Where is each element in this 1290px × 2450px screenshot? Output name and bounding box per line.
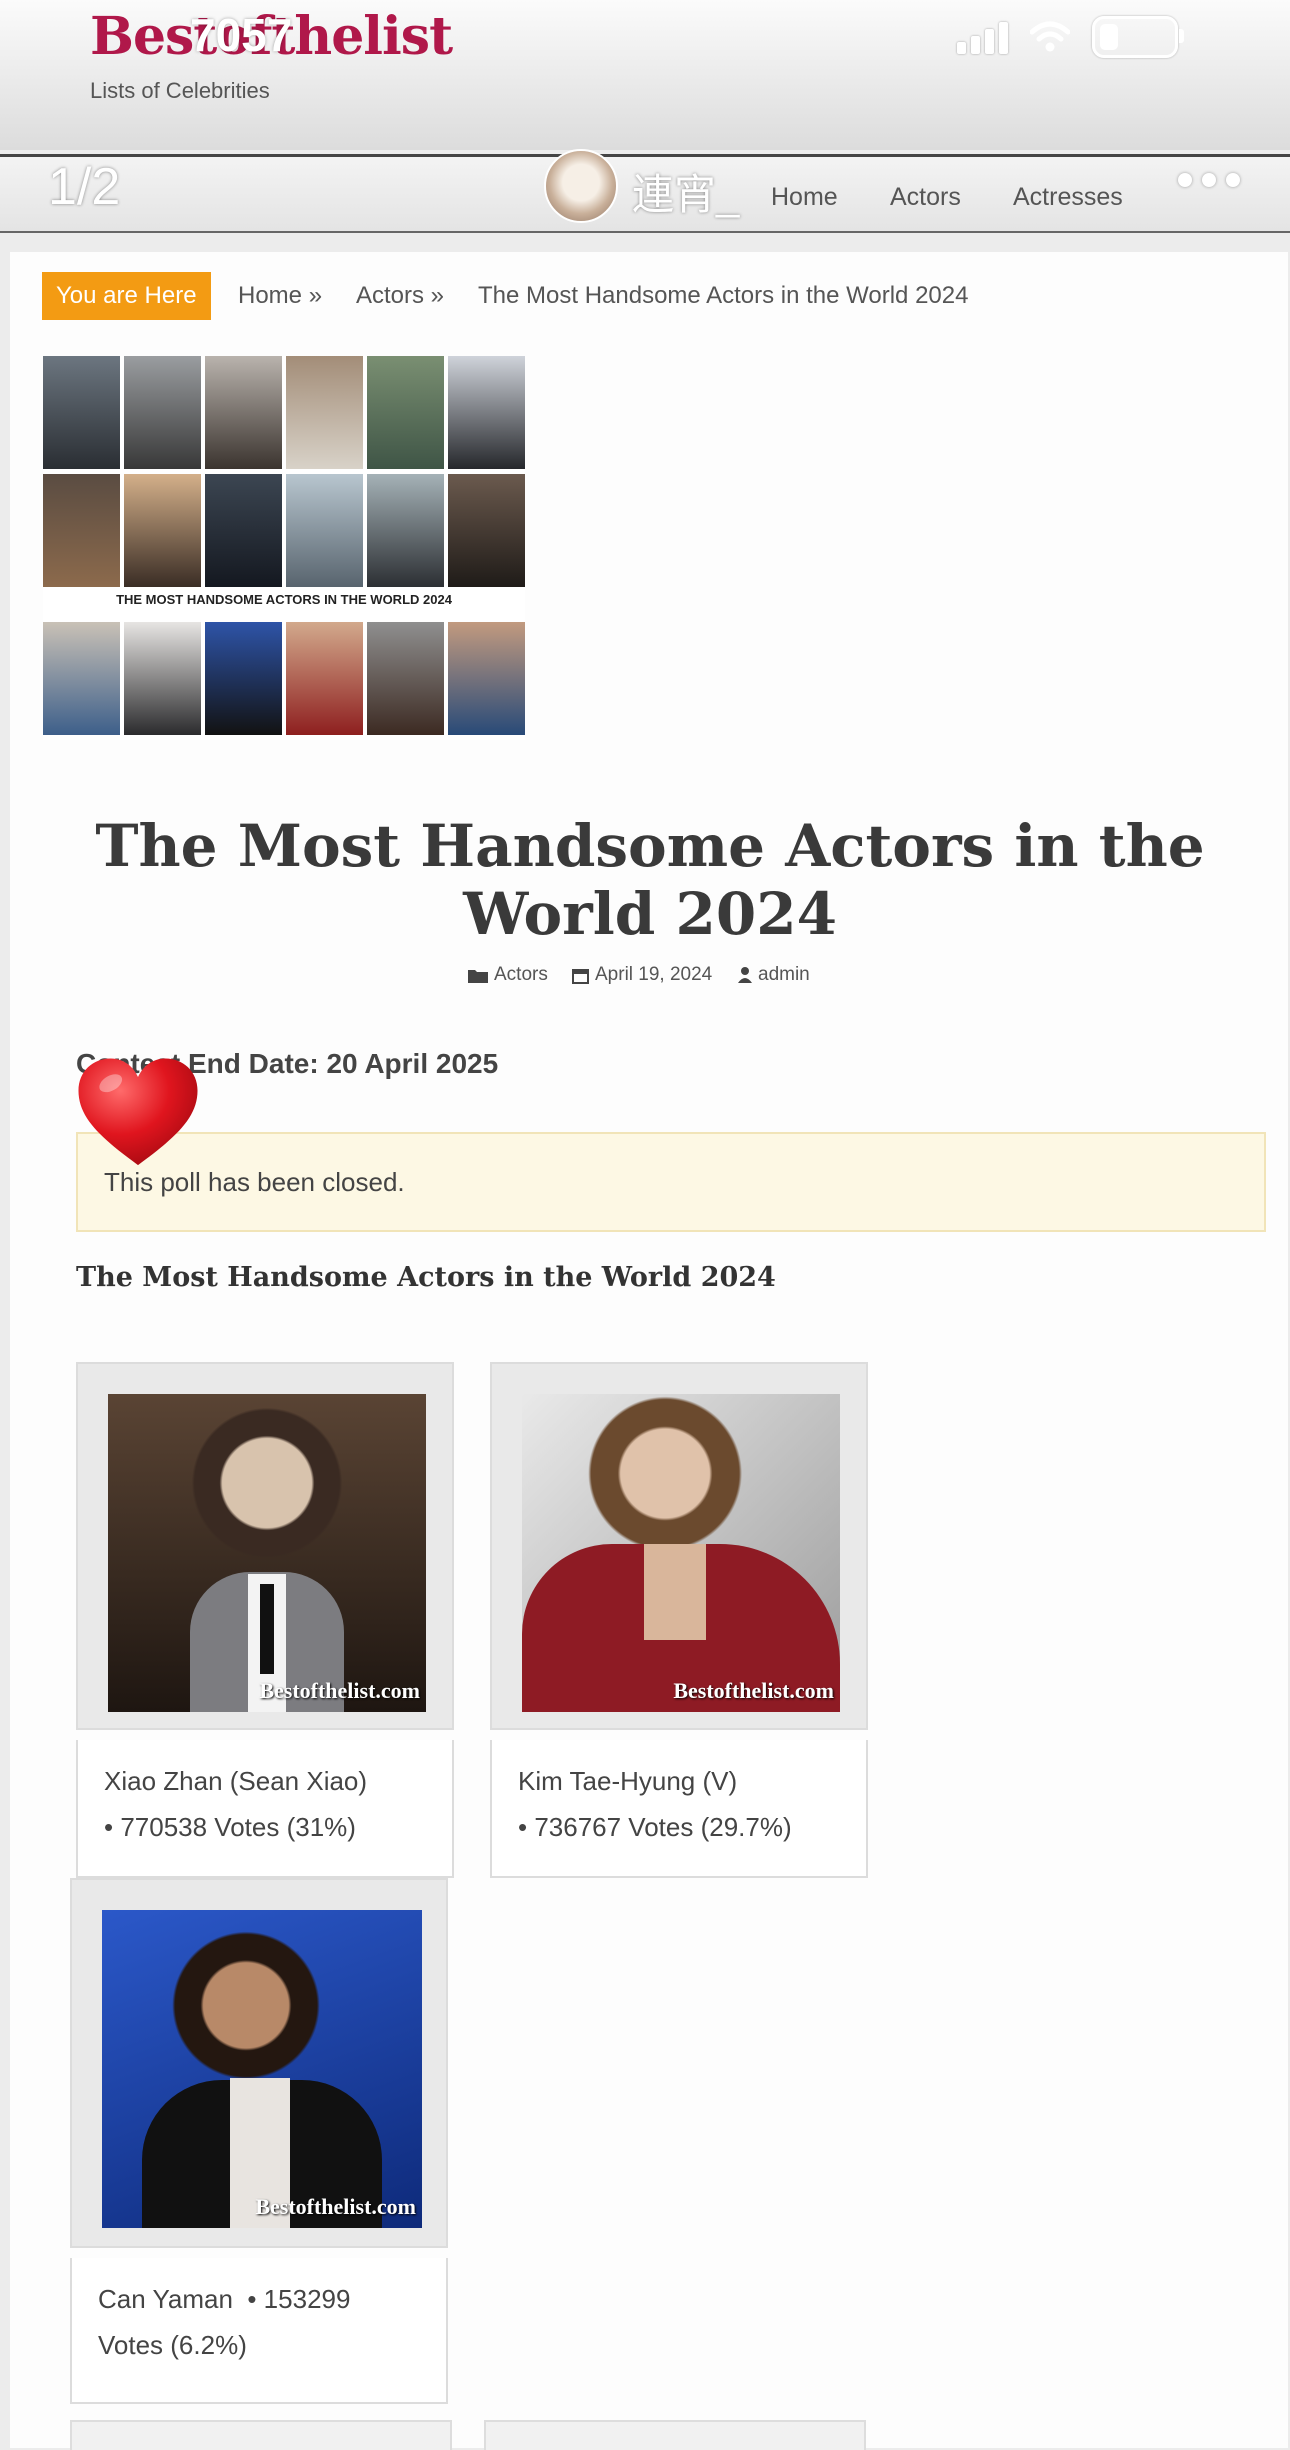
actor-photo: Bestofthelist.com <box>522 1394 840 1712</box>
heart-icon <box>78 1058 198 1166</box>
author-label: admin <box>758 964 810 985</box>
status-time: 7057 <box>190 9 293 61</box>
poll-entry[interactable] <box>70 2420 452 2450</box>
main-content: You are Here Home » Actors » The Most Ha… <box>10 252 1288 2450</box>
signal-icon <box>957 20 1008 54</box>
entry-name: Kim Tae-Hyung (V) <box>518 1766 738 1796</box>
breadcrumb-home[interactable]: Home » <box>238 272 322 320</box>
more-icon[interactable] <box>1178 173 1240 187</box>
site-header: Bestofthelist Lists of Celebrities 7057 <box>0 0 1290 150</box>
site-tagline: Lists of Celebrities <box>90 78 270 103</box>
nav-bar: 1/2 連宵_ Home Actors Actresses <box>0 149 1290 233</box>
article-title: The Most Handsome Actors in the World 20… <box>95 812 1205 948</box>
wifi-icon <box>1030 21 1070 52</box>
poll-closed-notice: This poll has been closed. <box>76 1132 1266 1232</box>
poll-entry-info: Kim Tae-Hyung (V) • 736767 Votes (29.7%) <box>490 1740 868 1878</box>
poll-entry[interactable] <box>484 2420 866 2450</box>
poll-entry[interactable]: Bestofthelist.com <box>490 1362 868 1730</box>
nav-actresses[interactable]: Actresses <box>1013 183 1123 212</box>
battery-icon <box>1092 16 1184 58</box>
actor-thumb <box>367 474 444 587</box>
actor-thumb <box>43 356 120 469</box>
actor-thumb <box>43 474 120 587</box>
nav-home[interactable]: Home <box>771 183 838 212</box>
actor-thumb <box>205 356 282 469</box>
entry-info: Xiao Zhan (Sean Xiao) • 770538 Votes (31… <box>78 1740 452 1876</box>
breadcrumb-label: You are Here <box>42 272 211 320</box>
post-date: April 19, 2024 <box>572 964 712 986</box>
actor-thumb <box>43 622 120 735</box>
actor-thumb <box>124 622 201 735</box>
breadcrumb-current: The Most Handsome Actors in the World 20… <box>478 282 969 309</box>
folder-icon <box>468 969 488 983</box>
entry-votes: • 736767 Votes (29.7%) <box>518 1812 792 1842</box>
post-category[interactable]: Actors <box>468 964 548 986</box>
actor-thumb <box>286 356 363 469</box>
poll-entry[interactable]: Bestofthelist.com <box>76 1362 454 1730</box>
actor-thumb <box>124 356 201 469</box>
photo-watermark: Bestofthelist.com <box>673 1678 834 1703</box>
avatar[interactable] <box>544 149 618 223</box>
breadcrumb-actors[interactable]: Actors » <box>356 272 444 320</box>
calendar-icon <box>572 968 589 984</box>
actor-photo: Bestofthelist.com <box>108 1394 426 1712</box>
entry-votes: • 770538 Votes (31%) <box>104 1812 356 1842</box>
actor-thumb <box>124 474 201 587</box>
collage-caption: THE MOST HANDSOME ACTORS IN THE WORLD 20… <box>116 592 452 607</box>
poll-entry-info: Xiao Zhan (Sean Xiao) • 770538 Votes (31… <box>76 1740 454 1878</box>
actor-thumb <box>205 622 282 735</box>
username[interactable]: 連宵_ <box>632 161 739 222</box>
actor-thumb <box>286 622 363 735</box>
poll-entry[interactable]: Bestofthelist.com <box>70 1878 448 2248</box>
actor-thumb <box>367 622 444 735</box>
actor-thumb <box>448 474 525 587</box>
category-label: Actors <box>494 964 548 985</box>
actor-photo: Bestofthelist.com <box>102 1910 422 2228</box>
photo-watermark: Bestofthelist.com <box>255 2194 416 2219</box>
entry-name: Can Yaman <box>98 2284 233 2314</box>
actor-thumb <box>286 474 363 587</box>
status-icons <box>957 14 1184 60</box>
date-label: April 19, 2024 <box>595 964 713 985</box>
featured-image: THE MOST HANDSOME ACTORS IN THE WORLD 20… <box>43 356 525 740</box>
actor-thumb <box>367 356 444 469</box>
poll-title: The Most Handsome Actors in the World 20… <box>76 1262 776 1293</box>
photo-watermark: Bestofthelist.com <box>259 1678 420 1703</box>
nav-actors[interactable]: Actors <box>890 183 961 212</box>
actor-thumb <box>448 356 525 469</box>
entry-info: Kim Tae-Hyung (V) • 736767 Votes (29.7%) <box>492 1740 866 1876</box>
page-counter: 1/2 <box>48 158 121 216</box>
entry-name: Xiao Zhan (Sean Xiao) <box>104 1766 368 1796</box>
poll-entry-info: Can Yaman • 153299 Votes (6.2%) <box>70 2258 448 2404</box>
entry-info: Can Yaman • 153299 Votes (6.2%) <box>72 2258 446 2402</box>
post-author[interactable]: admin <box>738 964 810 986</box>
actor-thumb <box>448 622 525 735</box>
user-icon <box>738 967 752 983</box>
actor-thumb <box>205 474 282 587</box>
